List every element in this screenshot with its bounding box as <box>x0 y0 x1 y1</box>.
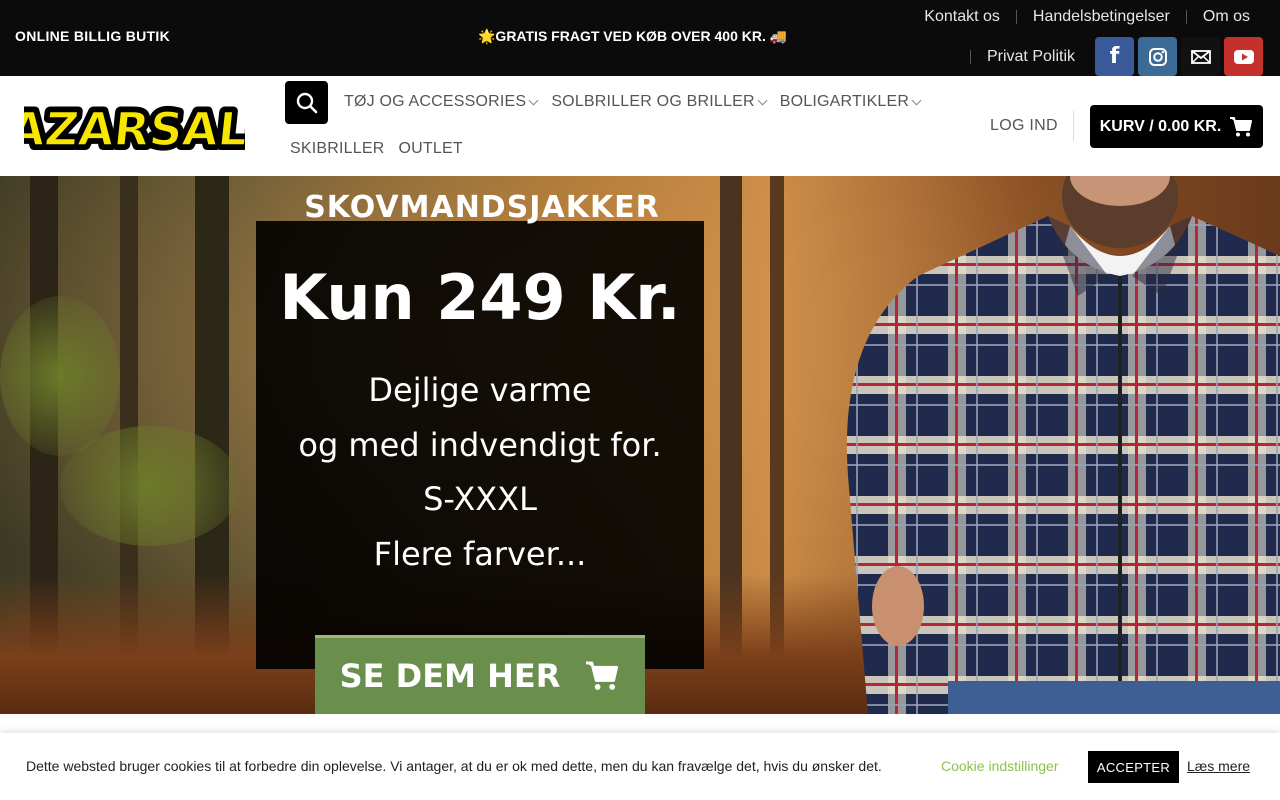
main-header: BAZARSALG BAZARSALG TØJ OG ACCESSORIES S… <box>0 76 1280 176</box>
nav-label: SOLBRILLER OG BRILLER <box>551 93 755 110</box>
nav-label: SKIBRILLER <box>290 140 385 157</box>
cookie-message: Dette websted bruger cookies til at forb… <box>26 758 882 774</box>
hero-line-2: og med indvendigt for. <box>298 426 662 464</box>
main-nav-row2: SKIBRILLER OUTLET <box>290 140 477 158</box>
chevron-down-icon <box>911 95 922 105</box>
hero-line-3: S-XXXL <box>423 480 537 518</box>
nav-label: OUTLET <box>398 140 463 157</box>
divider <box>1015 10 1017 24</box>
nav-sunglasses-glasses[interactable]: SOLBRILLER OG BRILLER <box>551 93 768 111</box>
cookie-settings-link[interactable]: Cookie indstillinger <box>941 758 1059 774</box>
see-them-button[interactable]: SE DEM HER <box>315 635 645 714</box>
contact-link[interactable]: Kontakt os <box>924 8 1000 26</box>
login-link[interactable]: LOG IND <box>990 117 1058 135</box>
chevron-down-icon <box>757 95 768 105</box>
top-links: Kontakt os Handelsbetingelser Om os <box>924 8 1250 26</box>
hero-price: Kun 249 Kr. <box>279 261 681 334</box>
nav-outlet[interactable]: OUTLET <box>398 140 462 158</box>
shop-tagline: ONLINE BILLIG BUTIK <box>15 28 171 44</box>
logo-text: BAZARSALG <box>24 102 245 156</box>
privacy-policy-link[interactable]: Privat Politik <box>987 48 1075 66</box>
nav-ski-goggles[interactable]: SKIBRILLER <box>290 140 384 158</box>
hero-text-panel: Kun 249 Kr. Dejlige varme og med indvend… <box>256 221 704 669</box>
top-row-social: Privat Politik f <box>969 37 1263 76</box>
about-link[interactable]: Om os <box>1203 8 1250 26</box>
main-nav-row1: TØJ OG ACCESSORIES SOLBRILLER OG BRILLER… <box>344 93 934 111</box>
chevron-down-icon <box>528 95 539 105</box>
search-button[interactable] <box>285 81 328 124</box>
cart-button[interactable]: KURV / 0.00 KR. <box>1090 105 1263 148</box>
read-more-link[interactable]: Læs mere <box>1187 758 1250 774</box>
hero-line-4: Flere farver... <box>373 535 587 573</box>
cart-label: KURV / 0.00 KR. <box>1099 117 1222 135</box>
email-icon[interactable] <box>1181 37 1220 76</box>
cart-icon <box>1230 116 1253 136</box>
cookie-consent-bar: Dette websted bruger cookies til at forb… <box>0 733 1280 800</box>
cart-icon <box>586 661 619 690</box>
divider <box>1073 111 1074 141</box>
hero-title: SKOVMANDSJAKKER <box>304 190 660 225</box>
product-jacket-image <box>808 176 1280 714</box>
accept-cookies-button[interactable]: ACCEPTER <box>1088 751 1179 783</box>
hero-banner[interactable]: Kun 249 Kr. Dejlige varme og med indvend… <box>0 176 1280 714</box>
instagram-icon[interactable] <box>1138 37 1177 76</box>
divider <box>969 49 971 64</box>
nav-clothing-accessories[interactable]: TØJ OG ACCESSORIES <box>344 93 539 111</box>
moss-patch <box>0 296 120 456</box>
search-icon <box>296 92 317 113</box>
hero-line-1: Dejlige varme <box>368 371 592 409</box>
site-logo[interactable]: BAZARSALG BAZARSALG <box>0 90 293 162</box>
cta-label: SE DEM HER <box>339 657 561 695</box>
nav-label: BOLIGARTIKLER <box>779 93 910 110</box>
top-bar: ONLINE BILLIG BUTIK 🌟GRATIS FRAGT VED KØ… <box>0 0 1280 76</box>
divider <box>1185 10 1187 24</box>
youtube-icon[interactable] <box>1224 37 1263 76</box>
free-shipping-promo: 🌟GRATIS FRAGT VED KØB OVER 400 KR. 🚚 <box>478 28 788 44</box>
nav-label: TØJ OG ACCESSORIES <box>344 93 527 110</box>
facebook-icon[interactable]: f <box>1095 37 1134 76</box>
terms-link[interactable]: Handelsbetingelser <box>1033 8 1170 26</box>
nav-home-articles[interactable]: BOLIGARTIKLER <box>779 93 922 111</box>
